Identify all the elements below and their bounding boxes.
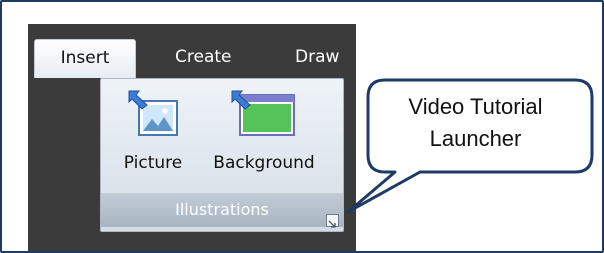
callout-text: Video Tutorial Launcher [371, 91, 580, 155]
callout-line-1: Video Tutorial [408, 94, 543, 119]
callout-line-2: Launcher [429, 126, 522, 151]
